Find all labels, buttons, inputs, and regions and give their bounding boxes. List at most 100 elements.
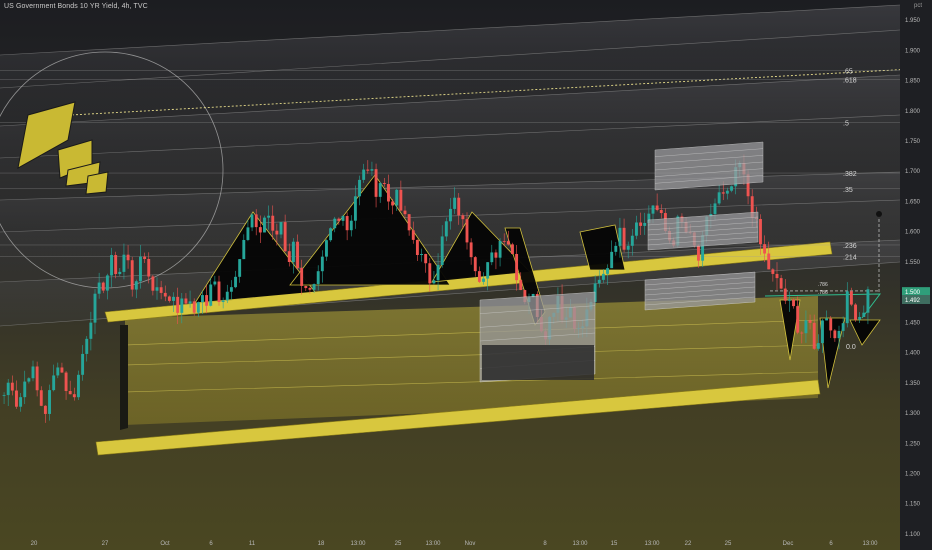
candle-body[interactable]: [89, 322, 93, 339]
candle-body[interactable]: [358, 179, 361, 197]
candle-body[interactable]: [176, 296, 180, 313]
candle-body[interactable]: [312, 284, 316, 290]
candle-body[interactable]: [225, 291, 229, 301]
candle-body[interactable]: [606, 268, 609, 274]
candle-body[interactable]: [362, 169, 366, 180]
candle-body[interactable]: [453, 197, 457, 209]
candle-body[interactable]: [143, 256, 147, 259]
candle-body[interactable]: [287, 251, 291, 262]
candle-body[interactable]: [792, 299, 795, 307]
candle-body[interactable]: [651, 205, 655, 214]
candle-body[interactable]: [97, 282, 101, 294]
candle-body[interactable]: [730, 186, 733, 191]
candle-body[interactable]: [167, 296, 171, 301]
candle-body[interactable]: [387, 184, 390, 202]
candle-body[interactable]: [10, 382, 14, 391]
candle-body[interactable]: [841, 323, 845, 331]
candle-body[interactable]: [43, 405, 47, 414]
candle-body[interactable]: [337, 218, 341, 221]
candle-body[interactable]: [114, 255, 118, 275]
candle-body[interactable]: [6, 382, 10, 396]
candle-body[interactable]: [444, 221, 448, 237]
candle-body[interactable]: [172, 296, 175, 301]
candle-body[interactable]: [837, 330, 841, 339]
candle-body[interactable]: [275, 230, 279, 235]
candle-body[interactable]: [296, 241, 299, 268]
candle-body[interactable]: [597, 279, 601, 284]
candle-body[interactable]: [721, 192, 725, 194]
candle-body[interactable]: [19, 397, 23, 407]
candle-body[interactable]: [424, 253, 428, 264]
candle-body[interactable]: [31, 366, 35, 379]
candle-body[interactable]: [800, 332, 804, 334]
candle-body[interactable]: [461, 215, 465, 220]
candle-body[interactable]: [279, 222, 283, 235]
candle-body[interactable]: [498, 240, 502, 258]
candle-body[interactable]: [639, 222, 643, 226]
candle-body[interactable]: [378, 183, 382, 197]
candle-body[interactable]: [258, 227, 262, 233]
candle-body[interactable]: [849, 291, 853, 305]
candle-body[interactable]: [205, 295, 209, 306]
candle-body[interactable]: [440, 236, 444, 265]
candle-body[interactable]: [163, 292, 167, 297]
candle-body[interactable]: [403, 210, 407, 215]
candle-body[interactable]: [263, 217, 266, 233]
candle-body[interactable]: [643, 222, 647, 226]
candle-body[interactable]: [201, 295, 204, 303]
candle-body[interactable]: [353, 196, 357, 221]
candle-body[interactable]: [15, 390, 18, 407]
candle-body[interactable]: [486, 262, 490, 279]
candle-body[interactable]: [72, 394, 76, 398]
candle-body[interactable]: [391, 201, 395, 206]
candle-body[interactable]: [725, 190, 729, 194]
candle-body[interactable]: [139, 256, 142, 282]
candle-body[interactable]: [122, 254, 126, 272]
candle-body[interactable]: [39, 390, 43, 406]
candle-body[interactable]: [345, 216, 349, 231]
candle-body[interactable]: [221, 300, 225, 303]
candle-body[interactable]: [213, 281, 217, 285]
candle-body[interactable]: [77, 374, 80, 398]
candle-body[interactable]: [56, 367, 60, 376]
candle-body[interactable]: [449, 208, 452, 222]
candle-body[interactable]: [494, 252, 498, 258]
candle-body[interactable]: [184, 298, 188, 304]
candle-body[interactable]: [519, 280, 523, 291]
candle-body[interactable]: [436, 264, 440, 281]
candle-body[interactable]: [188, 301, 192, 304]
candle-body[interactable]: [329, 228, 333, 241]
candle-body[interactable]: [68, 391, 72, 395]
candle-body[interactable]: [655, 205, 659, 210]
candle-body[interactable]: [64, 372, 68, 392]
candle-body[interactable]: [250, 214, 254, 228]
candle-body[interactable]: [697, 245, 700, 261]
candle-body[interactable]: [862, 312, 866, 317]
candle-body[interactable]: [469, 242, 473, 258]
candle-body[interactable]: [415, 239, 419, 255]
candle-body[interactable]: [242, 239, 246, 260]
candle-body[interactable]: [217, 281, 221, 303]
candle-body[interactable]: [821, 320, 824, 344]
candle-body[interactable]: [428, 263, 432, 284]
candle-body[interactable]: [804, 320, 808, 334]
candle-body[interactable]: [779, 278, 783, 289]
candle-body[interactable]: [407, 214, 411, 231]
candle-body[interactable]: [23, 381, 27, 398]
candle-body[interactable]: [465, 219, 469, 243]
candle-body[interactable]: [229, 287, 233, 292]
candle-body[interactable]: [271, 215, 275, 231]
candle-body[interactable]: [283, 222, 287, 252]
candle-body[interactable]: [635, 222, 638, 236]
candle-body[interactable]: [126, 254, 130, 261]
candle-body[interactable]: [35, 366, 39, 391]
candle-body[interactable]: [93, 293, 97, 323]
candle-body[interactable]: [325, 240, 328, 257]
candle-body[interactable]: [411, 230, 415, 240]
candle-body[interactable]: [713, 203, 717, 214]
candle-body[interactable]: [155, 287, 159, 291]
candle-body[interactable]: [304, 285, 308, 289]
candle-body[interactable]: [134, 281, 138, 290]
candle-body[interactable]: [502, 240, 506, 242]
candle-body[interactable]: [316, 271, 320, 285]
